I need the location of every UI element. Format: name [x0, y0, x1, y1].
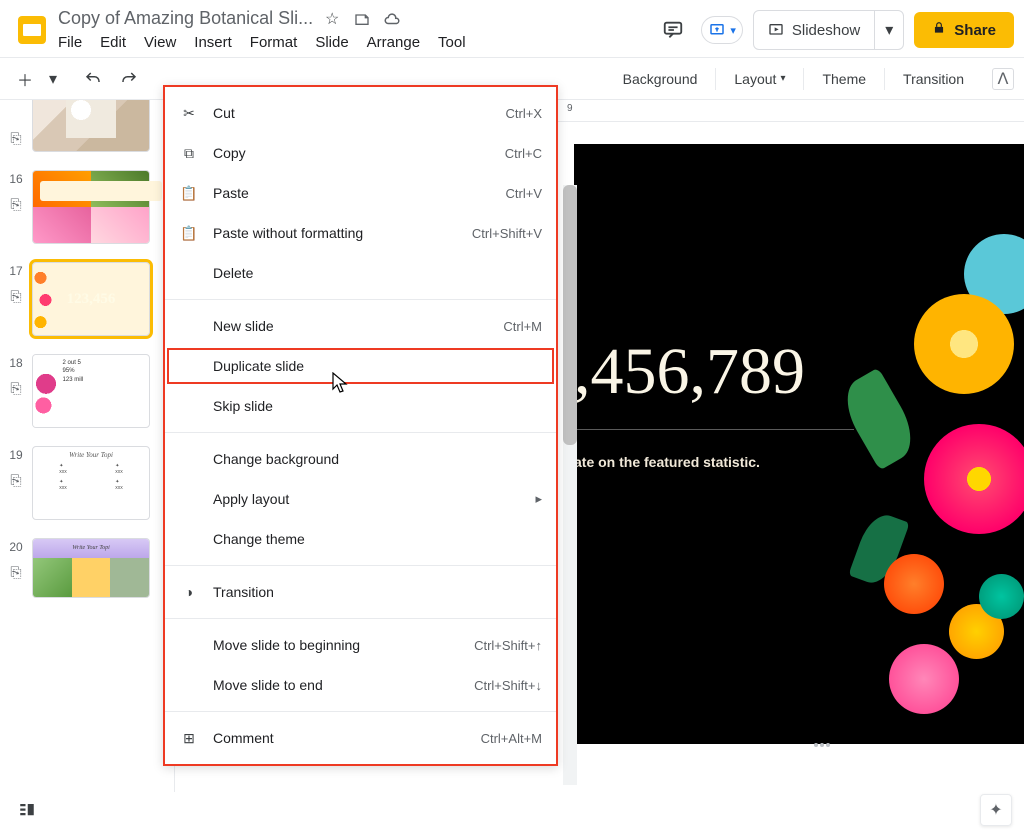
paste-icon: 📋: [179, 185, 199, 202]
redo-button[interactable]: [114, 64, 144, 94]
share-button[interactable]: Share: [914, 12, 1014, 48]
ctx-copy[interactable]: ⧉CopyCtrl+C: [165, 133, 556, 173]
expand-panel-icon[interactable]: ᐱ: [992, 68, 1014, 90]
slide-subtext: ate on the featured statistic.: [574, 454, 760, 470]
star-icon[interactable]: ☆: [323, 10, 341, 28]
ctx-comment[interactable]: ⊞CommentCtrl+Alt+M: [165, 718, 556, 758]
present-upload-button[interactable]: ▾: [701, 16, 743, 44]
undo-button[interactable]: [78, 64, 108, 94]
menu-insert[interactable]: Insert: [194, 34, 232, 51]
header: Copy of Amazing Botanical Sli... ☆ File …: [0, 0, 1024, 57]
footer: ✦: [0, 790, 1024, 830]
explore-icon[interactable]: ✦: [980, 794, 1012, 826]
comments-icon[interactable]: [655, 12, 691, 48]
move-icon[interactable]: [353, 10, 371, 28]
notes-drag-handle[interactable]: [802, 743, 842, 750]
linked-icon: ⎘: [10, 380, 21, 397]
background-button[interactable]: Background: [611, 65, 710, 93]
linked-icon: ⎘: [10, 472, 21, 489]
comment-icon: ⊞: [179, 730, 199, 747]
vertical-scrollbar[interactable]: [563, 185, 577, 785]
slideshow-caret-icon[interactable]: ▾: [874, 11, 903, 49]
layout-button[interactable]: Layout▾: [722, 65, 797, 93]
theme-button[interactable]: Theme: [810, 65, 878, 93]
menu-tools[interactable]: Tool: [438, 34, 466, 51]
slide-thumb-19[interactable]: Write Your Topi ✦xxx✦xxx✦xxx✦xxx: [32, 446, 150, 520]
new-slide-button[interactable]: ＋: [10, 64, 40, 94]
menu-view[interactable]: View: [144, 34, 176, 51]
menu-format[interactable]: Format: [250, 34, 298, 51]
slide-number: 20: [9, 540, 22, 554]
chevron-down-icon: ▾: [780, 73, 785, 84]
menu-arrange[interactable]: Arrange: [367, 34, 420, 51]
slide-thumb-18[interactable]: 2 out 595%123 mill: [32, 354, 150, 428]
ctx-duplicate-slide[interactable]: Duplicate slide: [165, 346, 556, 386]
grid-view-icon[interactable]: [12, 795, 42, 825]
copy-icon: ⧉: [179, 145, 199, 162]
linked-icon: ⎘: [10, 288, 21, 305]
ctx-delete[interactable]: Delete: [165, 253, 556, 293]
context-menu: ✂CutCtrl+X ⧉CopyCtrl+C 📋PasteCtrl+V 📋Pas…: [163, 85, 558, 766]
lock-icon: [932, 21, 946, 39]
ctx-paste-wf[interactable]: 📋Paste without formattingCtrl+Shift+V: [165, 213, 556, 253]
ctx-change-theme[interactable]: Change theme: [165, 519, 556, 559]
slide-number: 19: [9, 448, 22, 462]
menu-file[interactable]: File: [58, 34, 82, 51]
slide-thumb-15[interactable]: [32, 100, 150, 152]
slide-number: 17: [9, 264, 22, 278]
filmstrip-highlight: [40, 181, 162, 201]
linked-icon: ⎘: [10, 130, 21, 147]
app-logo[interactable]: [10, 8, 54, 52]
transition-button[interactable]: Transition: [891, 65, 976, 93]
flower-decoration: [814, 184, 1024, 724]
main-slide[interactable]: ,456,789 ate on the featured statistic.: [574, 144, 1024, 744]
slide-number: 16: [9, 172, 22, 186]
linked-icon: ⎘: [10, 196, 21, 213]
ctx-paste[interactable]: 📋PasteCtrl+V: [165, 173, 556, 213]
menu-edit[interactable]: Edit: [100, 34, 126, 51]
menu-slide[interactable]: Slide: [315, 34, 348, 51]
slide-thumb-20[interactable]: Write Your Topi: [32, 538, 150, 598]
linked-icon: ⎘: [10, 564, 21, 581]
slide-big-number: ,456,789: [574, 334, 805, 410]
slide-thumb-17[interactable]: 123,456: [32, 262, 150, 336]
ctx-apply-layout[interactable]: Apply layout▸: [165, 479, 556, 519]
cursor-icon: [332, 372, 350, 394]
ctx-move-begin[interactable]: Move slide to beginningCtrl+Shift+↑: [165, 625, 556, 665]
ctx-change-bg[interactable]: Change background: [165, 439, 556, 479]
slideshow-button[interactable]: Slideshow ▾: [753, 10, 904, 50]
filmstrip[interactable]: 15⎘ 16⎘ 17⎘ 123,456 18⎘ 2 out 595%123 mi…: [0, 100, 175, 792]
slide-number: 18: [9, 356, 22, 370]
menu-bar: File Edit View Insert Format Slide Arran…: [58, 33, 655, 57]
ctx-transition[interactable]: ◑Transition: [165, 572, 556, 612]
transition-icon: ◑: [179, 584, 199, 600]
cloud-icon[interactable]: [383, 10, 401, 28]
paste-plain-icon: 📋: [179, 225, 199, 242]
chevron-down-icon[interactable]: ▾: [730, 24, 736, 37]
ctx-cut[interactable]: ✂CutCtrl+X: [165, 93, 556, 133]
ctx-new-slide[interactable]: New slideCtrl+M: [165, 306, 556, 346]
cut-icon: ✂: [179, 105, 199, 122]
ctx-skip-slide[interactable]: Skip slide: [165, 386, 556, 426]
ctx-move-end[interactable]: Move slide to endCtrl+Shift+↓: [165, 665, 556, 705]
doc-title[interactable]: Copy of Amazing Botanical Sli...: [58, 8, 313, 29]
new-slide-caret-icon[interactable]: ▾: [46, 64, 60, 94]
chevron-right-icon: ▸: [535, 491, 542, 507]
